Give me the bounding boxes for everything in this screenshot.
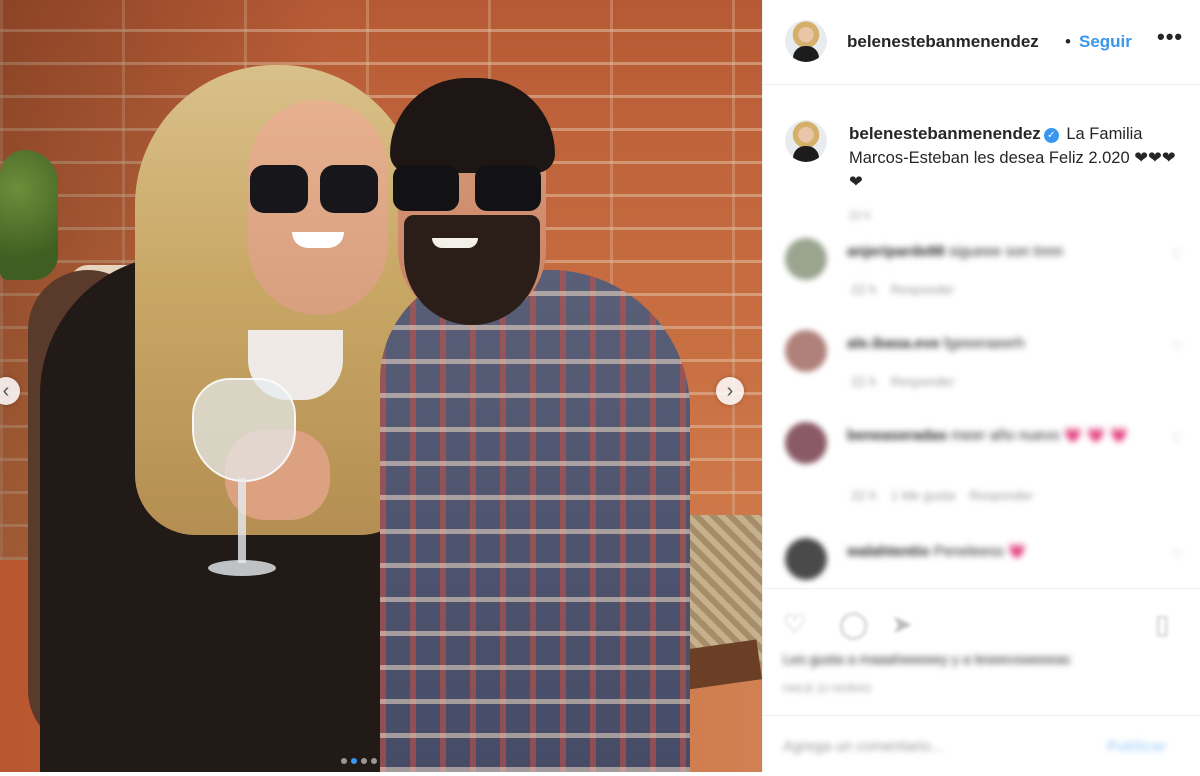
caption-text: belenestebanmenendez ✓ La Familia Marcos-… (849, 122, 1189, 194)
plant (0, 150, 58, 280)
carousel-next-button[interactable]: › (716, 377, 744, 405)
comment-icon[interactable]: ◯ (839, 609, 868, 640)
post-photo[interactable]: ‹ › (0, 0, 762, 772)
comment-item: beneaseradas meer año nuevo 💗 💗 💗 22 h 1… (763, 422, 1200, 503)
avatar[interactable] (785, 330, 827, 372)
comment-time: 22 h (851, 488, 877, 503)
avatar[interactable] (785, 538, 827, 580)
post-header: belenestebanmenendez • Seguir ••• (763, 0, 1200, 85)
separator-dot: • (1065, 32, 1071, 51)
follow-button[interactable]: Seguir (1079, 32, 1132, 52)
carousel-dot (341, 758, 347, 764)
share-icon[interactable]: ➤ (891, 609, 913, 640)
like-icon[interactable]: ♡ (783, 609, 806, 640)
comment-input[interactable]: Agrega un comentario... (783, 738, 943, 755)
wine-glass (192, 378, 296, 482)
carousel-indicator (341, 758, 377, 764)
comment-time: 22 h (851, 374, 877, 389)
reply-link[interactable]: Responder (970, 488, 1034, 503)
comment-like-icon[interactable]: ♡ (1171, 338, 1184, 355)
comment-like-icon[interactable]: ♡ (1171, 546, 1184, 563)
comment-username[interactable]: ale.ibasa.eve (847, 335, 940, 352)
comment-time: 22 h (851, 282, 877, 297)
post-sidebar: belenestebanmenendez • Seguir ••• belene… (762, 0, 1200, 772)
instagram-post-view: ‹ › belenestebanmenendez • Seguir ••• be… (0, 0, 1200, 772)
man-plaid-shirt (380, 270, 690, 772)
caption-time: 22 h (849, 210, 871, 222)
comment-like-icon[interactable]: ♡ (1171, 430, 1184, 447)
comment-username[interactable]: beneaseradas (847, 427, 947, 444)
comment-text: sigueee son tnnn (948, 243, 1063, 260)
comment-text: meer año nuevo 💗 💗 💗 (951, 427, 1129, 444)
avatar[interactable] (785, 120, 827, 162)
bookmark-icon[interactable]: ▯ (1155, 609, 1169, 640)
reply-link[interactable]: Responder (891, 374, 955, 389)
avatar[interactable] (785, 422, 827, 464)
comment-username[interactable]: anjeriparde88 (847, 243, 945, 260)
carousel-dot (371, 758, 377, 764)
more-options-icon[interactable]: ••• (1157, 24, 1183, 50)
comment-item: ale.ibasa.eve fgeeeraeerh 22 h Responder… (763, 330, 1200, 410)
likes-summary[interactable]: Les gusta a maaaheeeeey y a leseevsweeea… (783, 651, 1070, 667)
comment-text: Peneleess 💗 (933, 543, 1027, 560)
reply-link[interactable]: Responder (891, 282, 955, 297)
comment-username[interactable]: walahtentio (847, 543, 930, 560)
avatar[interactable] (785, 238, 827, 280)
add-comment-bar: Agrega un comentario... Publicar (763, 715, 1200, 776)
carousel-dot (361, 758, 367, 764)
comment-item: anjeriparde88 sigueee son tnnn 22 h Resp… (763, 238, 1200, 318)
verified-badge-icon: ✓ (1043, 128, 1059, 143)
carousel-dot-active (351, 758, 357, 764)
publish-button[interactable]: Publicar (1107, 738, 1166, 755)
post-timestamp: HACE 22 HORAS (783, 683, 872, 695)
header-username[interactable]: belenestebanmenendez (847, 32, 1039, 52)
caption-username[interactable]: belenestebanmenendez (849, 124, 1041, 143)
comment-like-icon[interactable]: ♡ (1171, 246, 1184, 263)
man-sunglasses (393, 165, 543, 213)
woman-sunglasses (250, 165, 378, 213)
comment-likes[interactable]: 1 Me gusta (891, 488, 955, 503)
comment-text: fgeeeraeerh (943, 335, 1025, 352)
post-actions: ♡ ◯ ➤ ▯ Les gusta a maaaheeeeey y a lese… (763, 588, 1200, 769)
avatar[interactable] (785, 20, 827, 62)
